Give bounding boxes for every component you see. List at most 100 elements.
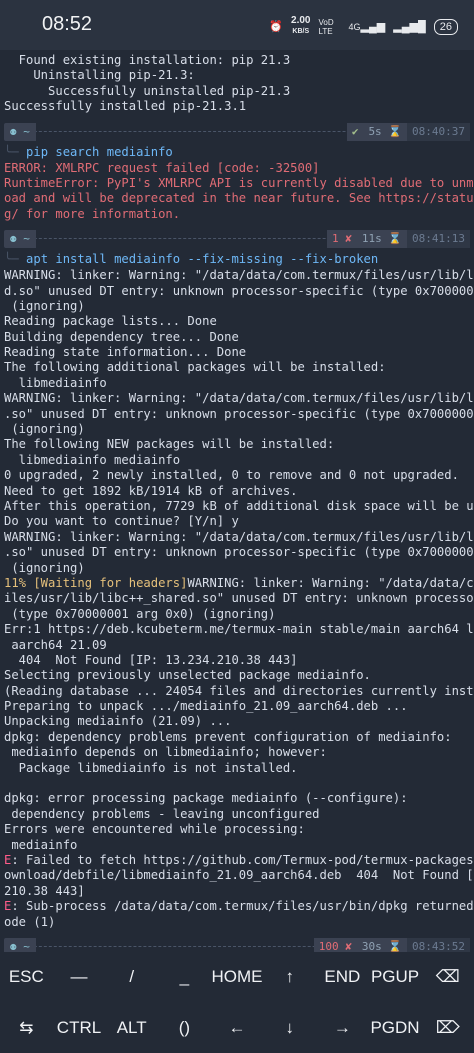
terminal-line: ode (1) xyxy=(4,914,56,929)
terminal-line: (ignoring) xyxy=(4,298,85,313)
terminal-line: oad and will be deprecated in the near f… xyxy=(4,191,474,206)
terminal-line: 11% [Waiting for headers]WARNING: linker… xyxy=(4,575,474,590)
key-row2-6[interactable]: → xyxy=(316,1018,369,1038)
key-row2-5[interactable]: ↓ xyxy=(263,1018,316,1038)
terminal-line: 210.38 443] xyxy=(4,883,85,898)
terminal-line: Err:1 https://deb.kcubeterm.me/termux-ma… xyxy=(4,622,474,637)
terminal-line: Package libmediainfo is not installed. xyxy=(4,760,298,775)
key-row2-7[interactable]: PGDN xyxy=(369,1018,422,1038)
terminal-line: mediainfo depends on libmediainfo; howev… xyxy=(4,745,327,760)
key-row: ⇆ CTRL ALT() ← ↓ → PGDN ⌦ xyxy=(0,1003,474,1053)
key-row1-7[interactable]: PGUP xyxy=(369,967,422,987)
terminal-line: .so" unused DT entry: unknown processor-… xyxy=(4,545,474,560)
clock: 08:40:37 xyxy=(407,122,470,141)
terminal-line: (ignoring) xyxy=(4,422,85,437)
terminal-line: ownload/debfile/libmediainfo_21.09_aarch… xyxy=(4,868,474,883)
prompt-segment-left: ⚉ ~ xyxy=(4,122,36,141)
terminal-line: (ignoring) xyxy=(4,560,85,575)
status-bar: 08:52 ⏰ 2.00 KB/S VoD LTE 4G▂▄▆ ▂▄▆█ 26 xyxy=(0,0,474,50)
terminal-line: Successfully uninstalled pip-21.3 xyxy=(4,83,291,98)
terminal-line: g/ for more information. xyxy=(4,206,181,221)
terminal-line: d.so" unused DT entry: unknown processor… xyxy=(4,283,474,298)
terminal-output[interactable]: Found existing installation: pip 21.3 Un… xyxy=(0,50,474,953)
signal-2-icon: ▂▄▆█ xyxy=(393,21,426,33)
terminal-line: .so" unused DT entry: unknown processor-… xyxy=(4,406,474,421)
key-row1-0[interactable]: ESC xyxy=(0,967,53,987)
terminal-line: Reading state information... Done xyxy=(4,345,247,360)
terminal-line: Do you want to continue? [Y/n] y xyxy=(4,514,239,529)
key-row2-1[interactable]: CTRL xyxy=(53,1018,106,1038)
terminal-line: (Reading database ... 24054 files and di… xyxy=(4,683,474,698)
key-row2-2[interactable]: ALT xyxy=(105,1018,158,1038)
terminal-line: dpkg: dependency problems prevent config… xyxy=(4,729,452,744)
prompt-bar: ⚉ ~ ✔ 5s ⌛ 08:40:37 xyxy=(0,121,474,143)
terminal-line: Need to get 1892 kB/1914 kB of archives. xyxy=(4,483,298,498)
volte-indicator: VoD LTE xyxy=(318,17,334,36)
key-row1-1[interactable]: — xyxy=(53,967,106,987)
terminal-line: WARNING: linker: Warning: "/data/data/co… xyxy=(4,268,474,283)
key-row2-0[interactable]: ⇆ xyxy=(0,1018,53,1038)
home-icon: ~ xyxy=(23,124,30,138)
key-row2-8[interactable]: ⌦ xyxy=(421,1018,474,1038)
android-icon: ⚉ xyxy=(10,232,17,246)
clock: 08:43:52 xyxy=(407,937,470,953)
signal-icon: 4G▂▄▆ xyxy=(348,21,386,33)
duration: 5s ⌛ xyxy=(363,122,408,141)
terminal-line: After this operation, 7729 kB of additio… xyxy=(4,498,474,513)
command-text: apt install mediainfo --fix-missing --fi… xyxy=(26,252,379,267)
terminal-line: E: Sub-process /data/data/com.termux/fil… xyxy=(4,899,474,914)
terminal-line: 404 Not Found [IP: 13.234.210.38 443] xyxy=(4,652,298,667)
terminal-line: Selecting previously unselected package … xyxy=(4,668,371,683)
command-text: pip search mediainfo xyxy=(26,144,173,159)
terminal-line: Reading package lists... Done xyxy=(4,314,217,329)
terminal-line: Unpacking mediainfo (21.09) ... xyxy=(4,714,232,729)
status-time: 08:52 xyxy=(42,13,93,35)
alarm-icon: ⏰ xyxy=(269,21,284,33)
terminal-line: The following NEW packages will be insta… xyxy=(4,437,335,452)
key-row1-6[interactable]: END xyxy=(316,967,369,987)
key-row1-8[interactable]: ⌫ xyxy=(421,967,474,987)
command-line[interactable]: ╰─ apt install mediainfo --fix-missing -… xyxy=(0,252,474,268)
terminal-line: dependency problems - leaving unconfigur… xyxy=(4,806,320,821)
terminal-line: RuntimeError: PyPI's XMLRPC API is curre… xyxy=(4,175,474,190)
prompt-bar: ⚉ ~100 ✘ 30s ⌛ 08:43:52 xyxy=(0,936,474,953)
terminal-line: WARNING: linker: Warning: "/data/data/co… xyxy=(4,529,474,544)
key-row2-4[interactable]: ← xyxy=(211,1018,264,1038)
extra-keys-bar: ESC — / _ HOME ↑ END PGUP ⌫ ⇆ CTRL ALT() ← ↓ → PGDN ⌦ xyxy=(0,952,474,1053)
prompt-segment-right: 1 ✘ 11s ⌛ 08:41:13 xyxy=(326,230,470,249)
exit-status: ✔ xyxy=(346,122,364,141)
terminal-line: libmediainfo mediainfo xyxy=(4,452,181,467)
terminal-line: Preparing to unpack .../mediainfo_21.09_… xyxy=(4,699,408,714)
prompt-bar: ⚉ ~1 ✘ 11s ⌛ 08:41:13 xyxy=(0,228,474,250)
key-row1-2[interactable]: / xyxy=(105,967,158,987)
clock: 08:41:13 xyxy=(407,230,470,249)
terminal-line: WARNING: linker: Warning: "/data/data/co… xyxy=(4,391,474,406)
android-icon: ⚉ xyxy=(10,939,17,953)
key-row1-5[interactable]: ↑ xyxy=(263,967,316,987)
key-row1-4[interactable]: HOME xyxy=(211,967,264,987)
terminal-line: Uninstalling pip-21.3: xyxy=(4,68,195,83)
terminal-line: libmediainfo xyxy=(4,375,107,390)
command-line[interactable]: ╰─ pip search mediainfo xyxy=(0,145,474,161)
exit-status: 1 ✘ xyxy=(326,230,357,249)
terminal-line: (type 0x70000001 arg 0x0) (ignoring) xyxy=(4,606,276,621)
exit-status: 100 ✘ xyxy=(313,937,357,953)
terminal-line: The following additional packages will b… xyxy=(4,360,386,375)
prompt-segment-left: ⚉ ~ xyxy=(4,937,36,953)
battery-icon: 26 xyxy=(433,18,458,35)
terminal-line: Found existing installation: pip 21.3 xyxy=(4,53,291,67)
duration: 30s ⌛ xyxy=(356,937,408,953)
key-row2-3[interactable]: () xyxy=(158,1018,211,1038)
android-icon: ⚉ xyxy=(10,124,17,138)
home-icon: ~ xyxy=(23,939,30,953)
terminal-line: Successfully installed pip-21.3.1 xyxy=(4,99,247,114)
key-row1-3[interactable]: _ xyxy=(158,967,211,987)
terminal-line: mediainfo xyxy=(4,837,78,852)
terminal-line: Building dependency tree... Done xyxy=(4,329,239,344)
network-speed: 2.00 KB/S xyxy=(291,15,311,36)
terminal-line: iles/usr/lib/libc++_shared.so" unused DT… xyxy=(4,591,474,606)
terminal-line: 0 upgraded, 2 newly installed, 0 to remo… xyxy=(4,468,459,483)
home-icon: ~ xyxy=(23,232,30,246)
terminal-line: aarch64 21.09 xyxy=(4,637,107,652)
